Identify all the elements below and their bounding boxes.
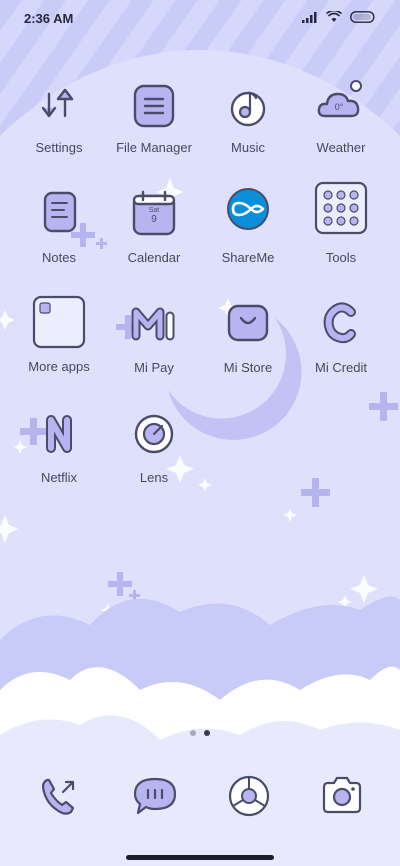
app-lens[interactable]: Lens (106, 408, 202, 485)
weather-temp: 0° (335, 102, 344, 112)
app-netflix[interactable]: Netflix (11, 408, 107, 485)
dock (0, 772, 400, 820)
calendar-date: 9 (151, 214, 157, 225)
app-mi-credit[interactable]: Mi Credit (293, 298, 389, 375)
signal-icon (302, 12, 317, 23)
app-shareme[interactable]: ShareMe (200, 188, 296, 265)
status-bar: 2:36 AM (0, 0, 400, 36)
lens-icon (134, 414, 174, 454)
tools-icon (314, 181, 368, 235)
mi-credit-icon (323, 302, 356, 344)
page-dot-1[interactable] (190, 730, 196, 736)
wifi-icon (326, 11, 342, 22)
calendar-day: Sat (149, 207, 160, 214)
app-calendar[interactable]: Sat 9 Calendar (106, 188, 202, 265)
page-indicator (0, 730, 400, 736)
dock-phone[interactable] (35, 772, 83, 820)
mi-store-icon (227, 304, 269, 342)
dock-camera[interactable] (318, 772, 366, 820)
mi-pay-icon (131, 307, 175, 341)
message-icon (133, 777, 177, 815)
app-weather[interactable]: 0° Weather (293, 78, 389, 155)
app-music[interactable]: Music (200, 78, 296, 155)
home-indicator-bar[interactable] (126, 855, 274, 860)
shareme-icon (227, 188, 269, 230)
app-settings[interactable]: Settings (11, 78, 107, 155)
folder-icon (32, 295, 86, 349)
music-icon (230, 91, 266, 127)
settings-icon (41, 88, 74, 118)
app-file-manager[interactable]: File Manager (106, 78, 202, 155)
file-manager-icon (133, 84, 175, 128)
app-mi-store[interactable]: Mi Store (200, 298, 296, 375)
notes-icon (43, 191, 77, 233)
browser-icon (228, 775, 270, 817)
netflix-icon (46, 415, 72, 453)
battery-icon (350, 11, 375, 23)
app-notes[interactable]: Notes (11, 188, 107, 265)
dock-messages[interactable] (131, 772, 179, 820)
app-tools[interactable]: Tools (293, 180, 389, 265)
weather-icon: 0° (317, 80, 362, 118)
calendar-icon: Sat 9 (132, 190, 176, 236)
dock-browser[interactable] (225, 772, 273, 820)
app-more-apps[interactable]: More apps (11, 294, 107, 374)
app-mi-pay[interactable]: Mi Pay (106, 298, 202, 375)
phone-icon (41, 778, 75, 815)
page-dot-2[interactable] (204, 730, 210, 736)
camera-icon (322, 776, 362, 814)
status-time: 2:36 AM (24, 11, 74, 26)
